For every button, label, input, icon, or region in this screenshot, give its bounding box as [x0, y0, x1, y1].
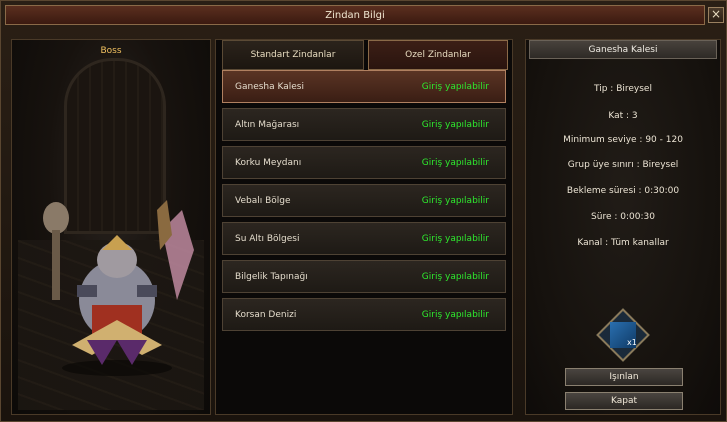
- close-button[interactable]: Kapat: [565, 392, 683, 410]
- dungeon-status: Giriş yapılabilir: [421, 119, 489, 130]
- dungeon-name: Vebalı Bölge: [235, 195, 291, 206]
- item-count: x1: [627, 338, 637, 347]
- boss-label: Boss: [100, 46, 122, 56]
- detail-type: Tip : Bireysel: [594, 84, 652, 94]
- dungeon-row[interactable]: Korsan Denizi Giriş yapılabilir: [222, 298, 506, 331]
- dungeon-name: Korku Meydanı: [235, 157, 302, 168]
- dungeon-list-panel: Standart Zindanlar Ozel Zindanlar Ganesh…: [215, 39, 513, 415]
- teleport-button[interactable]: Işınlan: [565, 368, 683, 386]
- window-title: Zindan Bilgi: [5, 5, 705, 25]
- dungeon-status: Giriş yapılabilir: [421, 157, 489, 168]
- dungeon-row[interactable]: Vebalı Bölge Giriş yapılabilir: [222, 184, 506, 217]
- dungeon-detail-title: Ganesha Kalesi: [529, 40, 717, 59]
- dungeon-row[interactable]: Bilgelik Tapınağı Giriş yapılabilir: [222, 260, 506, 293]
- dungeon-name: Ganesha Kalesi: [235, 81, 304, 92]
- detail-duration: Süre : 0:00:30: [591, 212, 655, 222]
- dungeon-row[interactable]: Altın Mağarası Giriş yapılabilir: [222, 108, 506, 141]
- dungeon-name: Su Altı Bölgesi: [235, 233, 300, 244]
- dungeon-status: Giriş yapılabilir: [421, 271, 489, 282]
- dungeon-details-panel: Ganesha Kalesi Tip : Bireysel Kat : 3 Mi…: [525, 39, 721, 415]
- detail-floor: Kat : 3: [608, 111, 638, 121]
- dungeon-row[interactable]: Korku Meydanı Giriş yapılabilir: [222, 146, 506, 179]
- detail-channel: Kanal : Tüm kanallar: [577, 238, 669, 248]
- dungeon-info-window: Zindan Bilgi × Boss Standart Zindanlar O…: [0, 0, 727, 422]
- detail-min-level: Minimum seviye : 90 - 120: [563, 135, 683, 145]
- dungeon-status: Giriş yapılabilir: [421, 81, 489, 92]
- dungeon-name: Korsan Denizi: [235, 309, 297, 320]
- detail-group-limit: Grup üye sınırı : Bireysel: [567, 160, 679, 170]
- dungeon-status: Giriş yapılabilir: [421, 233, 489, 244]
- dungeon-name: Bilgelik Tapınağı: [235, 271, 308, 282]
- dungeon-status: Giriş yapılabilir: [421, 195, 489, 206]
- tab-ozel-zindanlar[interactable]: Ozel Zindanlar: [368, 40, 508, 70]
- tab-standart-zindanlar[interactable]: Standart Zindanlar: [222, 40, 364, 70]
- dungeon-row[interactable]: Su Altı Bölgesi Giriş yapılabilir: [222, 222, 506, 255]
- close-icon[interactable]: ×: [708, 7, 724, 23]
- detail-cooldown: Bekleme süresi : 0:30:00: [566, 186, 680, 196]
- dungeon-status: Giriş yapılabilir: [421, 309, 489, 320]
- boss-preview-panel: Boss: [11, 39, 211, 415]
- dungeon-name: Altın Mağarası: [235, 119, 300, 130]
- boss-portrait: [43, 200, 194, 376]
- dungeon-row[interactable]: Ganesha Kalesi Giriş yapılabilir: [222, 70, 506, 103]
